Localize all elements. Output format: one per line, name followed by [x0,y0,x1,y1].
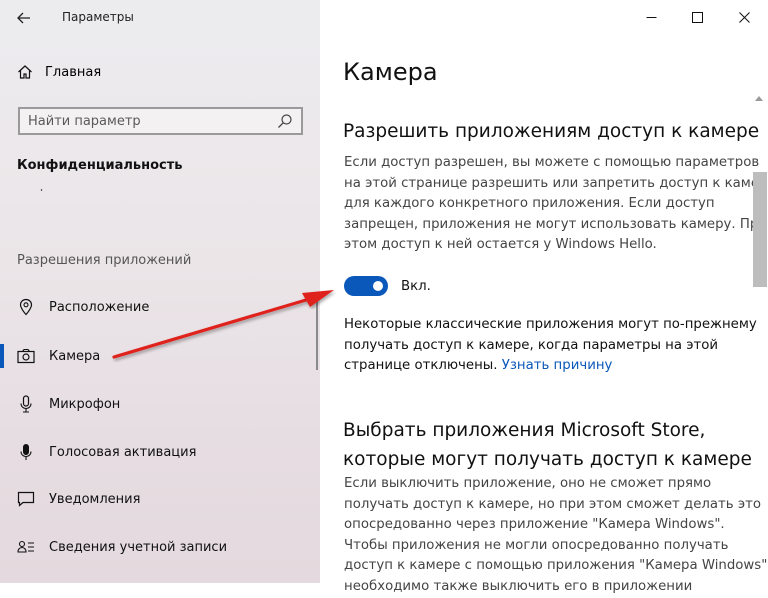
minimize-button[interactable] [628,0,674,34]
text-line: странице отключены. [344,358,498,374]
home-label: Главная [45,64,102,80]
text-line: на этой странице разрешить или запретить… [344,175,768,191]
voice-activation-icon [17,443,35,461]
back-button[interactable] [10,6,38,30]
learn-why-link[interactable]: Узнать причину [502,358,613,373]
sidebar-item-camera[interactable]: Камера [17,347,100,365]
sidebar-item-label: Голосовая активация [49,444,197,460]
page-title: Камера [343,58,438,86]
text-line: Если доступ разрешен, вы можете с помощь… [344,155,760,170]
section-title: Конфиденциальность [17,158,183,173]
heading-line: Выбрать приложения Microsoft Store, [343,420,706,441]
close-icon [738,11,750,23]
sidebar-item-account-info[interactable]: Сведения учетной записи [17,538,227,556]
text-line: этом доступ к ней остается у Windows Hel… [344,237,657,253]
text-line: Чтобы приложения не могли опосредованно … [344,537,729,553]
section-heading-store-apps: Выбрать приложения Microsoft Store, кото… [343,416,752,474]
sidebar-item-label: Микрофон [49,396,121,412]
camera-icon [17,347,35,365]
sidebar-item-voice-activation[interactable]: Голосовая активация [17,443,196,461]
sidebar-item-location[interactable]: Расположение [17,298,149,316]
sidebar-item-label: Расположение [49,299,150,315]
home-icon [18,65,32,79]
section-description: Если доступ разрешен, вы можете с помощь… [344,153,768,256]
text-line: для каждого конкретного приложения. Если… [344,196,715,212]
sidebar-item-notifications[interactable]: Уведомления [17,490,140,508]
sidebar: Параметры Главная Найти параметр Конфиде… [0,0,320,583]
text-line: получать доступ к камере, когда параметр… [344,337,719,353]
scroll-up-arrow-icon[interactable] [755,96,763,101]
search-icon[interactable] [277,113,293,129]
section-heading-app-access: Разрешить приложениям доступ к камере [343,121,760,142]
account-info-icon [17,538,35,556]
search-field[interactable]: Найти параметр [18,107,303,135]
text-line: Если выключить приложение, оно не сможет… [344,476,712,491]
heading-line: которые могут получать доступ к камере [343,449,752,470]
sidebar-item-windows-permissions[interactable]: Разрешения Windows [17,189,163,200]
close-button[interactable] [721,0,767,34]
group-title: Разрешения приложений [17,253,192,268]
classic-apps-note: Некоторые классические приложения могут … [344,315,764,377]
sidebar-item-microphone[interactable]: Микрофон [17,395,120,413]
text-line: Некоторые классические приложения могут … [344,317,757,332]
text-line: опосредованно через приложение "Камера W… [344,517,725,533]
title-bar [320,0,768,34]
text-line: необходимо также выключить его в приложе… [344,578,693,594]
main-scrollbar[interactable] [751,92,767,583]
maximize-icon [691,11,703,23]
selection-indicator [0,344,4,368]
text-line: получать доступ к камере, но при этом см… [344,496,762,512]
camera-access-toggle[interactable] [344,276,388,296]
sidebar-item-label: Камера [49,348,101,364]
sidebar-scrollbar[interactable] [316,296,318,370]
text-line: запрещен, приложения не могут использова… [344,216,767,232]
store-apps-description: Если выключить приложение, оно не сможет… [344,474,768,598]
location-icon [17,298,35,316]
sidebar-item-home[interactable]: Главная [17,64,101,80]
toggle-state-label: Вкл. [401,279,431,294]
search-placeholder: Найти параметр [28,113,141,129]
app-title: Параметры [62,10,134,24]
scrollbar-thumb[interactable] [753,172,767,287]
sidebar-item-label: Уведомления [49,491,141,507]
back-arrow-icon [17,12,30,24]
maximize-button[interactable] [674,0,720,34]
microphone-icon [17,395,35,413]
minimize-icon [646,16,656,18]
toggle-knob [373,281,383,291]
sidebar-item-label: Сведения учетной записи [49,539,228,555]
text-line: доступ к камере с помощью приложения "Ка… [344,558,768,574]
notifications-icon [17,490,35,508]
